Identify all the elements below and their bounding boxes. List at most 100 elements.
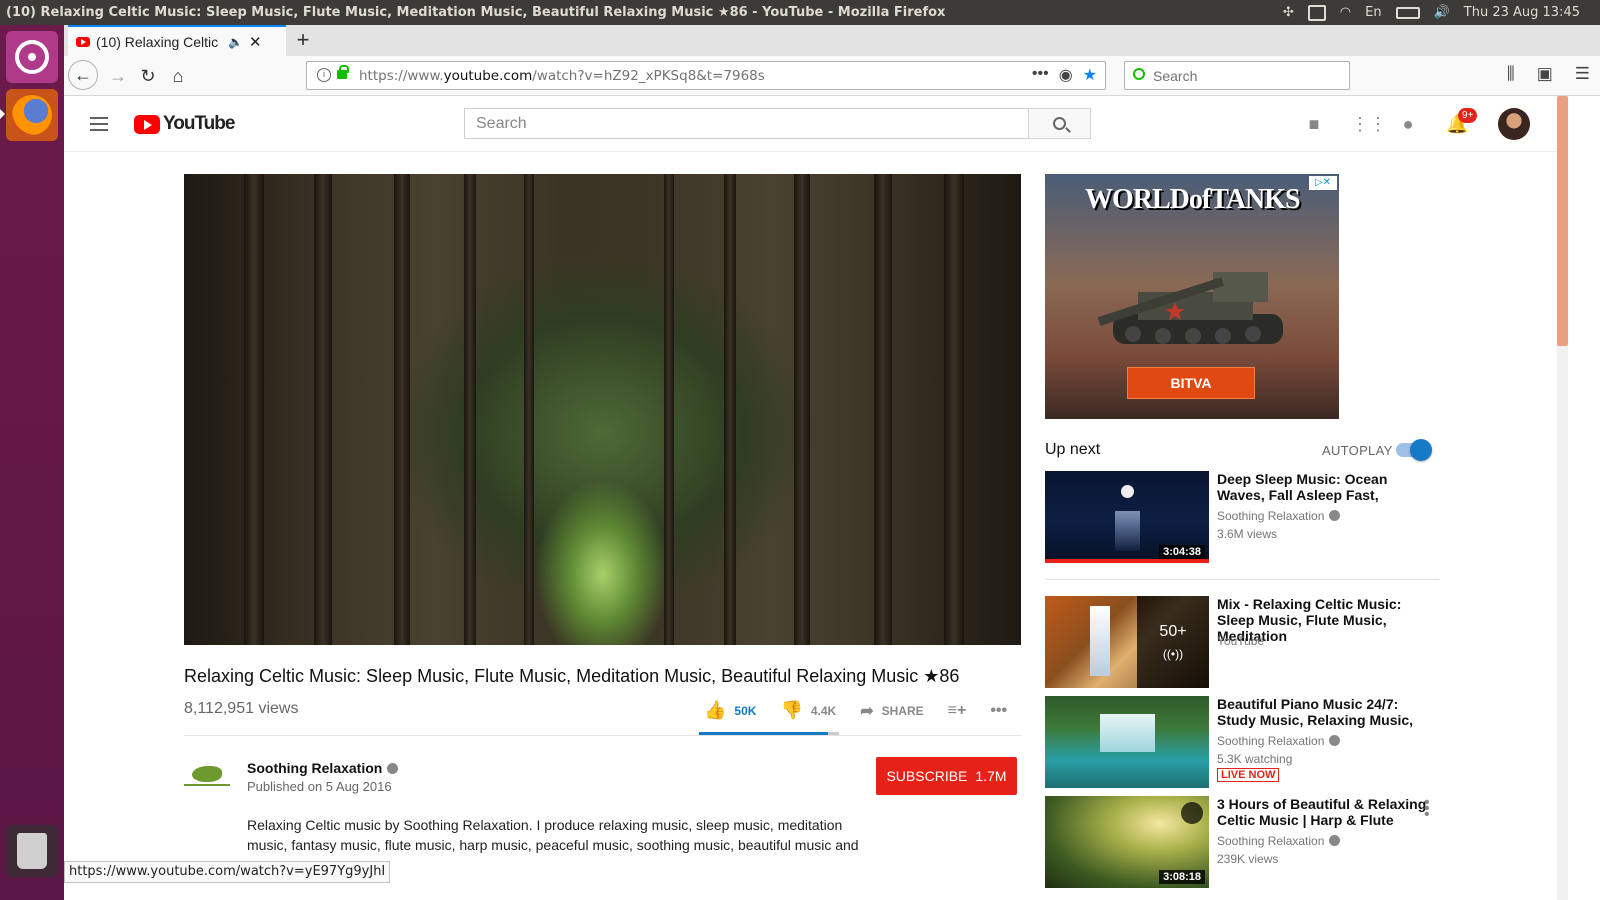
recommendation-item[interactable]: 3:08:18 3 Hours of Beautiful & Relaxing …: [1045, 796, 1439, 892]
window-title: (10) Relaxing Celtic Music: Sleep Music,…: [6, 5, 946, 20]
video-description: Relaxing Celtic music by Soothing Relaxa…: [247, 817, 859, 853]
home-button[interactable]: ⌂: [164, 62, 192, 90]
youtube-play-icon: [134, 114, 160, 134]
close-tab-icon[interactable]: ✕: [249, 33, 262, 51]
recommendation-channel: Soothing Relaxation: [1217, 509, 1341, 523]
sidebar-toggle-icon[interactable]: ▣: [1537, 64, 1553, 84]
share-button[interactable]: ➦ SHARE: [860, 701, 923, 721]
bookmark-star-icon[interactable]: ★: [1083, 65, 1097, 85]
library-icon[interactable]: ⫼: [1507, 64, 1515, 84]
youtube-page: YouTube Search ■ ⋮⋮ ● 🔔 9+ Relaxing Celt…: [64, 96, 1557, 900]
recommendation-item[interactable]: 3:04:38 Deep Sleep Music: Ocean Waves, F…: [1045, 471, 1439, 567]
watch-later-icon[interactable]: [1181, 802, 1203, 824]
page-scrollbar-thumb[interactable]: [1557, 96, 1568, 346]
recommendation-channel: YouTube: [1217, 634, 1265, 648]
share-icon: ➦: [860, 702, 874, 720]
ubuntu-dash-button[interactable]: [6, 31, 58, 83]
search-icon: [1053, 117, 1066, 130]
thumbs-down-icon: 👎: [780, 700, 803, 720]
video-player[interactable]: [184, 174, 1021, 645]
recommendation-title[interactable]: Beautiful Piano Music 24/7: Study Music,…: [1217, 696, 1427, 728]
subscribe-button[interactable]: SUBSCRIBE 1.7M: [876, 757, 1017, 795]
system-tray: ✣ ◠ En 🔊 Thu 23 Aug 13:45: [1283, 0, 1580, 25]
guide-menu-icon[interactable]: [90, 117, 108, 131]
notification-badge: 9+: [1458, 108, 1478, 123]
live-now-badge: LIVE NOW: [1217, 768, 1280, 782]
recommendation-item[interactable]: Beautiful Piano Music 24/7: Study Music,…: [1045, 696, 1439, 792]
recommendation-thumbnail[interactable]: 3:08:18: [1045, 796, 1209, 888]
youtube-favicon-icon: [76, 36, 90, 47]
youtube-header: YouTube Search ■ ⋮⋮ ● 🔔 9+: [64, 96, 1557, 152]
video-title: Relaxing Celtic Music: Sleep Music, Flut…: [184, 666, 960, 686]
keyboard-layout[interactable]: En: [1365, 5, 1381, 20]
url-text[interactable]: https://www.youtube.com/watch?v=hZ92_xPK…: [359, 68, 765, 84]
back-button[interactable]: ←: [68, 60, 98, 90]
reload-button[interactable]: ↻: [134, 62, 162, 90]
notes-icon[interactable]: [1307, 4, 1326, 21]
adchoices-icon[interactable]: ▷✕: [1309, 176, 1337, 190]
up-next-label: Up next: [1045, 441, 1101, 458]
recommendation-item[interactable]: 50+ ((•)) Mix - Relaxing Celtic Music: S…: [1045, 596, 1439, 692]
dislike-button[interactable]: 👎 4.4K: [780, 700, 836, 721]
youtube-search-input[interactable]: Search: [464, 108, 1029, 139]
clock[interactable]: Thu 23 Aug 13:45: [1464, 5, 1580, 20]
autoplay-toggle-knob[interactable]: [1410, 439, 1432, 461]
recommendation-thumbnail[interactable]: 3:04:38: [1045, 471, 1209, 563]
firefox-launcher-button[interactable]: [6, 89, 58, 141]
apps-grid-icon[interactable]: ⋮⋮: [1351, 114, 1387, 134]
verified-badge-icon: [1329, 835, 1341, 846]
video-duration: 3:04:38: [1159, 545, 1205, 559]
youtube-search-button[interactable]: [1028, 108, 1091, 139]
search-engine-icon: [1133, 68, 1145, 80]
more-actions-button[interactable]: •••: [990, 702, 1007, 720]
recommendation-thumbnail[interactable]: 50+ ((•)): [1045, 596, 1209, 688]
menu-icon[interactable]: ☰: [1575, 64, 1590, 84]
dropbox-icon[interactable]: ✣: [1283, 5, 1294, 20]
bird-logo-icon: [192, 766, 222, 782]
sidebar-advertisement[interactable]: WORLDofTANKS BITVA ▷✕: [1045, 174, 1339, 419]
recommendation-thumbnail[interactable]: [1045, 696, 1209, 788]
add-to-playlist-button[interactable]: ≡+: [948, 702, 967, 720]
channel-name-link[interactable]: Soothing Relaxation: [247, 760, 399, 776]
thumbs-up-icon: 👍: [704, 700, 727, 720]
channel-avatar[interactable]: [184, 756, 230, 796]
forward-button[interactable]: →: [104, 62, 132, 90]
verified-badge-icon: [1329, 510, 1341, 521]
moon-image: [1121, 485, 1134, 498]
like-button[interactable]: 👍 50K: [704, 700, 756, 721]
trash-launcher-button[interactable]: [6, 825, 58, 877]
audio-playing-icon[interactable]: 🔈: [228, 35, 243, 49]
view-count: 8,112,951 views: [184, 700, 299, 717]
pocket-icon[interactable]: ◉: [1059, 65, 1073, 85]
recommendation-channel: Soothing Relaxation: [1217, 834, 1341, 848]
tab-youtube[interactable]: (10) Relaxing Celtic M 🔈 ✕: [68, 25, 286, 56]
watch-progress-bar: [1045, 559, 1209, 563]
volume-icon[interactable]: 🔊: [1434, 5, 1450, 20]
recommendation-views: 3.6M views: [1217, 527, 1278, 541]
video-frame-forest-path: [184, 174, 1021, 645]
verified-badge-icon: [387, 763, 399, 774]
address-bar[interactable]: i https://www.youtube.com/watch?v=hZ92_x…: [306, 61, 1106, 90]
recommendation-watching: 5.3K watching: [1217, 752, 1293, 766]
youtube-logo[interactable]: YouTube: [134, 113, 235, 135]
ad-cta-button[interactable]: BITVA: [1127, 367, 1255, 399]
divider: [184, 735, 1021, 736]
video-duration: 3:08:18: [1159, 870, 1205, 884]
ad-brand-logo: WORLDofTANKS: [1085, 184, 1301, 215]
verified-badge-icon: [1329, 735, 1341, 746]
recommendation-title[interactable]: Deep Sleep Music: Ocean Waves, Fall Asle…: [1217, 471, 1427, 503]
recommendation-title[interactable]: 3 Hours of Beautiful & Relaxing Celtic M…: [1217, 796, 1427, 828]
browser-search-field[interactable]: Search: [1124, 61, 1350, 90]
wifi-icon[interactable]: ◠: [1340, 5, 1351, 20]
new-tab-button[interactable]: +: [290, 27, 316, 53]
account-avatar[interactable]: [1498, 108, 1530, 140]
more-vertical-icon[interactable]: • • •: [1424, 795, 1430, 823]
page-actions-icon[interactable]: •••: [1032, 65, 1049, 85]
recommendation-channel: Soothing Relaxation: [1217, 734, 1341, 748]
battery-icon[interactable]: [1395, 6, 1420, 19]
firefox-icon: [12, 95, 52, 135]
upload-video-icon[interactable]: ■: [1304, 114, 1324, 134]
ubuntu-logo-icon: [15, 40, 49, 74]
site-info-icon[interactable]: i: [317, 68, 331, 82]
messages-icon[interactable]: ●: [1398, 114, 1418, 134]
